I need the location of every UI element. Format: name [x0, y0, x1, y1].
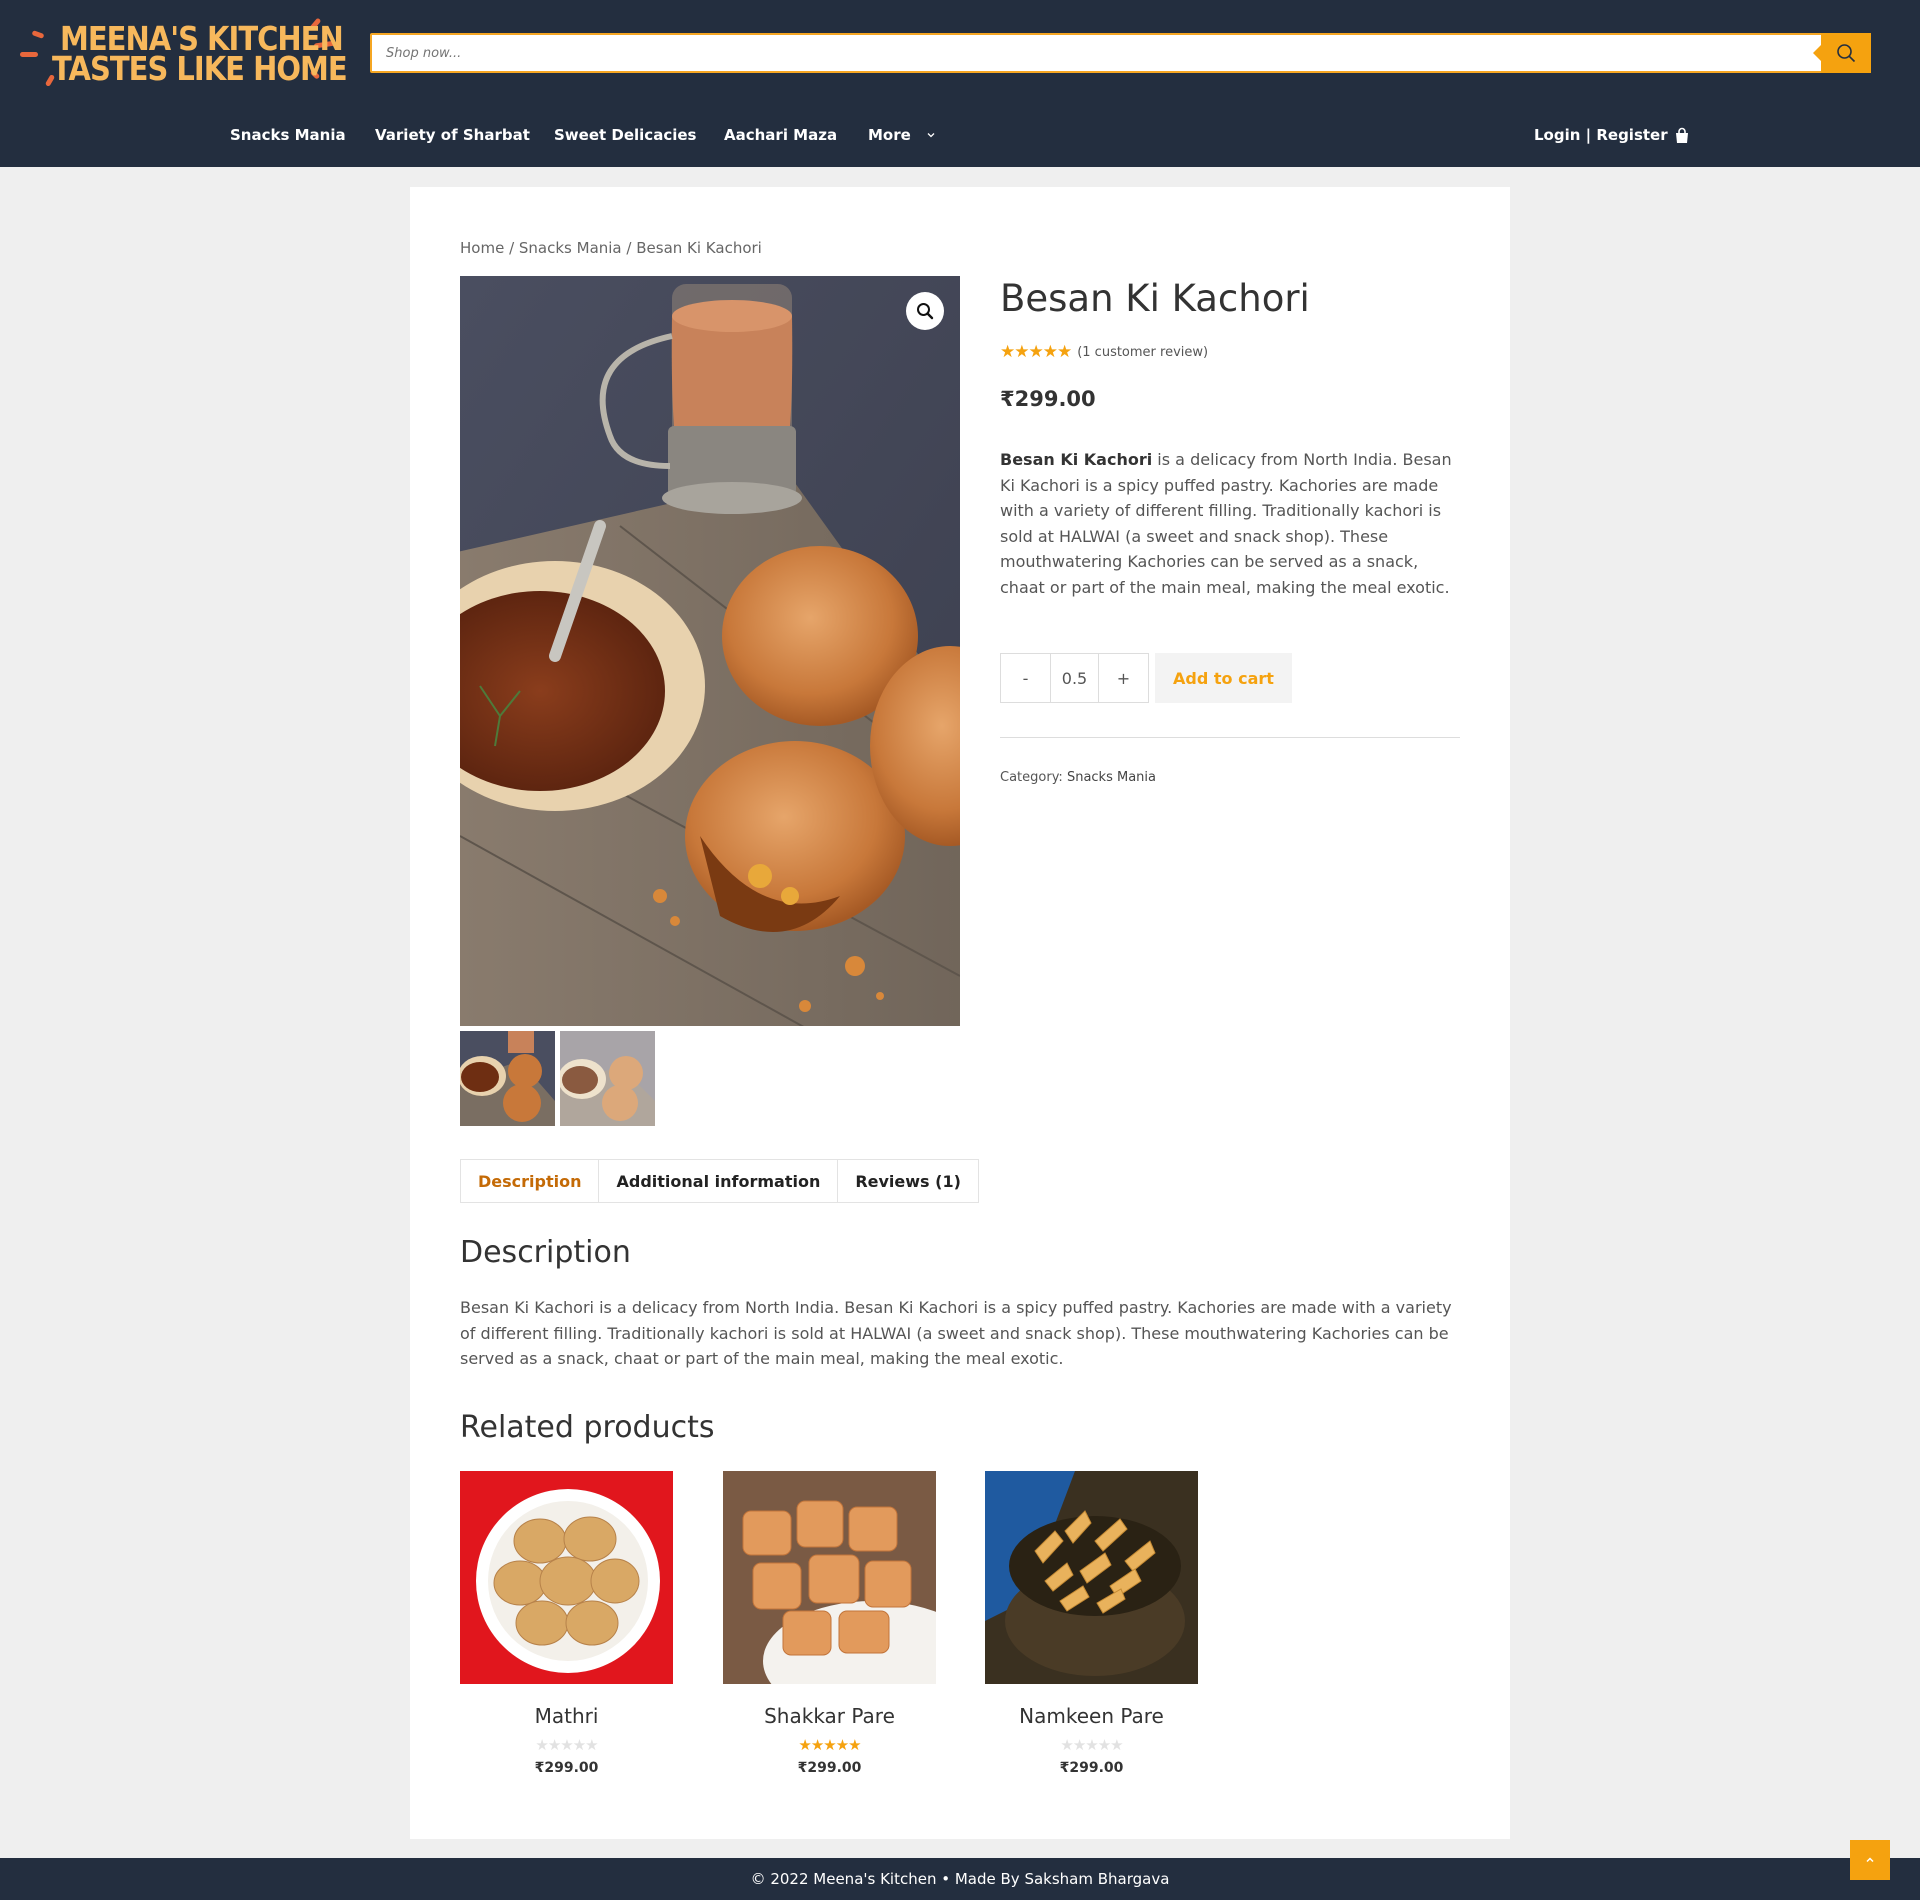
- description-heading: Description: [460, 1235, 631, 1270]
- kachori-photo: [460, 276, 960, 1026]
- zoom-icon: [917, 303, 934, 320]
- product-tabs: Description Additional information Revie…: [460, 1159, 979, 1203]
- breadcrumb-separator: /: [621, 239, 637, 257]
- star-rating-icon: ★★★★★: [1060, 1736, 1123, 1754]
- footer-copyright: © 2022 Meena's Kitchen • Made By Saksham…: [750, 1870, 1170, 1888]
- thumbnail-image: [460, 1031, 555, 1126]
- breadcrumb: Home / Snacks Mania / Besan Ki Kachori: [460, 239, 762, 257]
- short-description-text: is a delicacy from North India. Besan Ki…: [1000, 450, 1452, 597]
- related-product-image[interactable]: [985, 1471, 1198, 1684]
- related-product-card: Namkeen Pare ★★★★★ ₹299.00: [985, 1471, 1198, 1776]
- related-product-card: Shakkar Pare ★★★★★ ₹299.00: [723, 1471, 936, 1776]
- qty-minus-button[interactable]: -: [1001, 654, 1050, 702]
- related-product-name[interactable]: Shakkar Pare: [723, 1704, 936, 1728]
- qty-plus-button[interactable]: +: [1099, 654, 1148, 702]
- description-text: Besan Ki Kachori is a delicacy from Nort…: [460, 1298, 1452, 1369]
- star-rating-icon: ★★★★★: [535, 1736, 598, 1754]
- nav-variety-of-sharbat[interactable]: Variety of Sharbat: [375, 126, 530, 144]
- nav-aachari-maza[interactable]: Aachari Maza: [724, 126, 837, 144]
- thumbnail-image: [560, 1031, 655, 1126]
- nav-more-label: More: [868, 126, 911, 144]
- nav-more[interactable]: More: [868, 126, 936, 144]
- tab-description[interactable]: Description: [461, 1160, 600, 1202]
- search-bar: [370, 33, 1871, 73]
- product-thumbnail[interactable]: [560, 1031, 655, 1126]
- related-product-image[interactable]: [460, 1471, 673, 1684]
- search-input[interactable]: [372, 35, 1792, 71]
- product-short-description: Besan Ki Kachori is a delicacy from Nort…: [1000, 447, 1460, 601]
- qty-input[interactable]: 0.5: [1050, 654, 1099, 702]
- logo-accent: [31, 30, 45, 39]
- quantity-stepper: - 0.5 +: [1000, 653, 1149, 703]
- related-product-card: Mathri ★★★★★ ₹299.00: [460, 1471, 673, 1776]
- breadcrumb-current: Besan Ki Kachori: [636, 239, 762, 257]
- logo-accent: [20, 52, 38, 57]
- nav-sweet-delicacies[interactable]: Sweet Delicacies: [554, 126, 696, 144]
- product-main-image[interactable]: [460, 276, 960, 1026]
- site-footer: © 2022 Meena's Kitchen • Made By Saksham…: [0, 1858, 1920, 1900]
- category-label: Category:: [1000, 770, 1067, 785]
- breadcrumb-home[interactable]: Home: [460, 239, 504, 257]
- related-product-image[interactable]: [723, 1471, 936, 1684]
- shopping-bag-icon[interactable]: [1673, 127, 1691, 145]
- related-product-price: ₹299.00: [1059, 1760, 1124, 1776]
- product-thumbnail[interactable]: [460, 1031, 555, 1126]
- zoom-button[interactable]: [906, 292, 944, 330]
- related-product-name[interactable]: Namkeen Pare: [985, 1704, 1198, 1728]
- star-rating-icon: ★★★★★: [1000, 342, 1072, 362]
- product-price: ₹299.00: [1000, 387, 1096, 411]
- product-rating[interactable]: ★★★★★ (1 customer review): [1000, 342, 1208, 362]
- scroll-to-top-button[interactable]: [1850, 1840, 1890, 1880]
- related-product-name[interactable]: Mathri: [460, 1704, 673, 1728]
- chevron-down-icon: [927, 133, 935, 138]
- star-rating-icon: ★★★★★: [798, 1736, 861, 1754]
- mathri-photo: [460, 1471, 673, 1684]
- related-product-price: ₹299.00: [797, 1760, 862, 1776]
- namkeen-pare-photo: [985, 1471, 1198, 1684]
- product-category: Category: Snacks Mania: [1000, 770, 1156, 785]
- breadcrumb-category[interactable]: Snacks Mania: [519, 239, 622, 257]
- search-button[interactable]: [1813, 33, 1871, 73]
- tab-additional-information[interactable]: Additional information: [599, 1160, 839, 1202]
- category-link[interactable]: Snacks Mania: [1067, 770, 1156, 785]
- product-card: Home / Snacks Mania / Besan Ki Kachori B…: [410, 187, 1510, 1839]
- add-to-cart-button[interactable]: Add to cart: [1155, 653, 1292, 703]
- product-title: Besan Ki Kachori: [1000, 277, 1310, 320]
- tab-reviews[interactable]: Reviews (1): [838, 1160, 978, 1202]
- login-register-link[interactable]: Login | Register: [1534, 126, 1668, 144]
- site-header: MEENA'S KITCHEN TASTES LIKE HOME Snacks …: [0, 0, 1920, 167]
- search-icon: [1837, 44, 1856, 63]
- nav-snacks-mania[interactable]: Snacks Mania: [230, 126, 346, 144]
- breadcrumb-separator: /: [504, 239, 519, 257]
- chevron-up-icon: [1866, 1857, 1874, 1863]
- related-products-heading: Related products: [460, 1410, 715, 1445]
- summary-divider: [1000, 737, 1460, 738]
- logo-line-2: TASTES LIKE HOME: [52, 49, 348, 89]
- shakkar-pare-photo: [723, 1471, 936, 1684]
- related-product-price: ₹299.00: [534, 1760, 599, 1776]
- short-description-bold: Besan Ki Kachori: [1000, 450, 1153, 469]
- site-logo[interactable]: MEENA'S KITCHEN TASTES LIKE HOME: [18, 16, 348, 90]
- review-count-link[interactable]: (1 customer review): [1077, 345, 1208, 360]
